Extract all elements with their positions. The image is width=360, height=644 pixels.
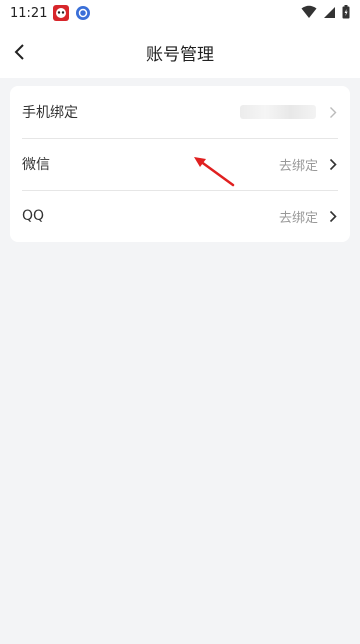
wifi-icon [301,4,317,23]
wechat-bind-action: 去绑定 [278,158,318,174]
annotation-arrow-icon [194,157,235,187]
wechat-label: 微信 [22,157,50,173]
status-bar: 11:21 [0,0,360,26]
app-header: 账号管理 [0,26,360,78]
qq-bind-action: 去绑定 [278,210,318,226]
account-binding-card: 手机绑定 微信 去绑定 QQ 去绑定 [10,86,350,242]
chevron-right-icon [328,209,338,223]
phone-binding-row[interactable]: 手机绑定 [10,86,350,138]
qq-binding-row[interactable]: QQ 去绑定 [10,190,350,242]
page-title: 账号管理 [146,44,214,65]
chevron-left-icon [14,44,24,60]
chevron-right-icon [328,105,338,119]
qq-label: QQ [22,208,45,224]
battery-icon [342,4,350,23]
signal-icon [323,4,336,23]
masked-phone-number [240,105,316,119]
back-button[interactable] [6,38,34,66]
wechat-binding-row[interactable]: 微信 去绑定 [10,138,350,190]
phone-binding-label: 手机绑定 [22,105,78,121]
blue-app-icon [75,5,91,21]
chevron-right-icon [328,157,338,171]
status-time: 11:21 [10,5,48,21]
panda-app-icon [53,5,70,21]
